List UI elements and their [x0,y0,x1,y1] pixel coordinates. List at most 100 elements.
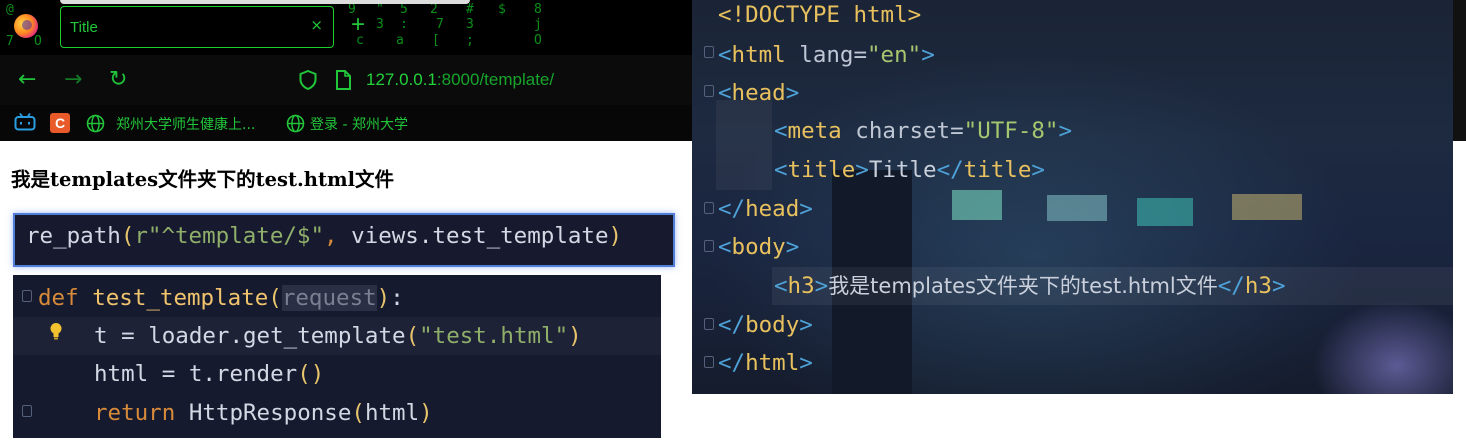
matrix-glyph: " [376,2,384,17]
code-line: re_path(r"^template/$", views.test_templ… [26,221,622,251]
code-tag: head [731,80,786,106]
matrix-glyph: 3 [466,17,474,32]
code-tag: h3 [1244,273,1272,299]
code-tag: h3 [787,273,815,299]
html-line-h3: <h3>我是templates文件夹下的test.html文件</h3> [774,273,1286,299]
address-bar-url[interactable]: 127.0.0.1:8000/template/ [366,70,554,90]
html-line-meta: <meta charset="UTF-8"> [774,118,1073,144]
matrix-glyph: : [400,17,408,32]
code-fn: re_path [26,223,121,249]
html-line-head-open: <head> [718,80,800,106]
lightbulb-icon[interactable] [49,322,63,340]
code-text: Title [868,157,937,183]
code-line-3: html = t.render() [94,359,324,389]
code-keyword: def [38,285,79,311]
code-tag: body [745,312,800,338]
code-line-2: t = loader.get_template("test.html") [94,321,582,351]
fold-icon[interactable] [22,290,32,302]
code-attr-value: "en" [867,42,922,68]
code-paren: () [297,361,325,387]
matrix-glyph: $ [498,2,506,17]
code-tag: title [787,157,856,183]
code-tag: title [963,157,1032,183]
window-edge [1453,0,1466,141]
matrix-glyph: 7 [436,17,444,32]
tab-active[interactable]: Title × [60,6,334,48]
code-doctype: <!DOCTYPE html> [718,2,922,28]
url-path: :8000/template/ [436,70,555,89]
code-tag: head [745,196,800,222]
fold-icon[interactable] [704,356,714,368]
code-tag: html [745,350,800,376]
html-editor: <!DOCTYPE html> <html lang="en"> <head> … [692,0,1453,394]
code-tag: body [731,234,786,260]
code-comma: , [324,223,352,249]
background-sign [1047,195,1107,221]
reload-button[interactable]: ↻ [109,67,127,93]
html-line-body-open: <body> [718,234,800,260]
new-tab-button[interactable]: + [351,13,365,37]
background-character [1312,300,1453,394]
shield-icon[interactable] [299,70,317,90]
html-line-html-open: <html lang="en"> [718,42,935,68]
matrix-glyph: # [466,2,474,17]
firefox-icon[interactable] [14,14,38,38]
matrix-glyph: [ [432,33,440,48]
code-snippet-urlpattern: re_path(r"^template/$", views.test_templ… [13,213,675,267]
matrix-glyph: ; [466,33,474,48]
gutter-highlight [716,100,772,190]
fold-icon[interactable] [704,240,714,252]
forward-button[interactable]: → [64,67,82,93]
code-keyword: return [94,400,176,426]
matrix-glyph: 3 [376,17,384,32]
matrix-glyph: O [34,34,42,49]
code-paren: ) [568,323,582,349]
code-string: "test.html" [419,323,569,349]
code-function-name: test_template [92,285,269,311]
matrix-glyph: j [534,17,542,32]
background-sign [952,190,1002,220]
code-colon: : [390,285,404,311]
fold-icon[interactable] [704,46,714,58]
background-sign [1232,194,1302,220]
page-icon[interactable] [335,70,351,90]
code-paren: ) [419,400,433,426]
csdn-icon[interactable]: C [50,113,70,133]
background-sign [1137,198,1193,226]
bilibili-icon[interactable] [14,113,36,131]
url-host: 127.0.0.1 [366,70,437,89]
code-attr: lang [799,42,854,68]
code-op: = [148,361,189,387]
globe-icon [286,114,305,133]
code-snippet-view: def test_template(request): t = loader.g… [13,275,661,438]
code-var: html [94,361,149,387]
code-arg: html [364,400,420,426]
code-call: HttpResponse [188,400,352,426]
tab-scroll-sliver [60,0,470,4]
background-area [1453,141,1466,443]
html-line-body-close: </body> [718,312,813,338]
tab-strip: @ O 7 9 " 5 2 # $ 8 3 : 7 3 j c a [ ; O … [0,0,692,55]
matrix-glyph: a [396,33,404,48]
fold-icon[interactable] [704,318,714,330]
navigation-bar: ← → ↻ 127.0.0.1:8000/template/ [0,55,692,105]
code-var: t [94,323,108,349]
code-paren: ( [405,323,420,349]
code-attr-value: "UTF-8" [963,118,1059,144]
fold-icon[interactable] [704,202,714,214]
close-icon[interactable]: × [310,16,323,34]
fold-icon[interactable] [704,85,714,97]
matrix-glyph: 8 [534,2,542,17]
bookmark-health[interactable]: 郑州大学师生健康上... [116,114,255,134]
code-string: r"^template/$" [134,223,325,249]
matrix-glyph: 5 [400,2,408,17]
code-call: t.render [188,361,298,387]
code-op: = [107,323,149,349]
bookmark-login[interactable]: 登录 - 郑州大学 [310,114,408,134]
back-button[interactable]: ← [18,67,36,93]
fold-icon[interactable] [22,405,32,417]
html-line-title: <title>Title</title> [774,157,1045,183]
code-paren: ( [120,223,135,249]
matrix-glyph: 2 [430,2,438,17]
code-text: 我是templates文件夹下的test.html文件 [828,274,1218,298]
